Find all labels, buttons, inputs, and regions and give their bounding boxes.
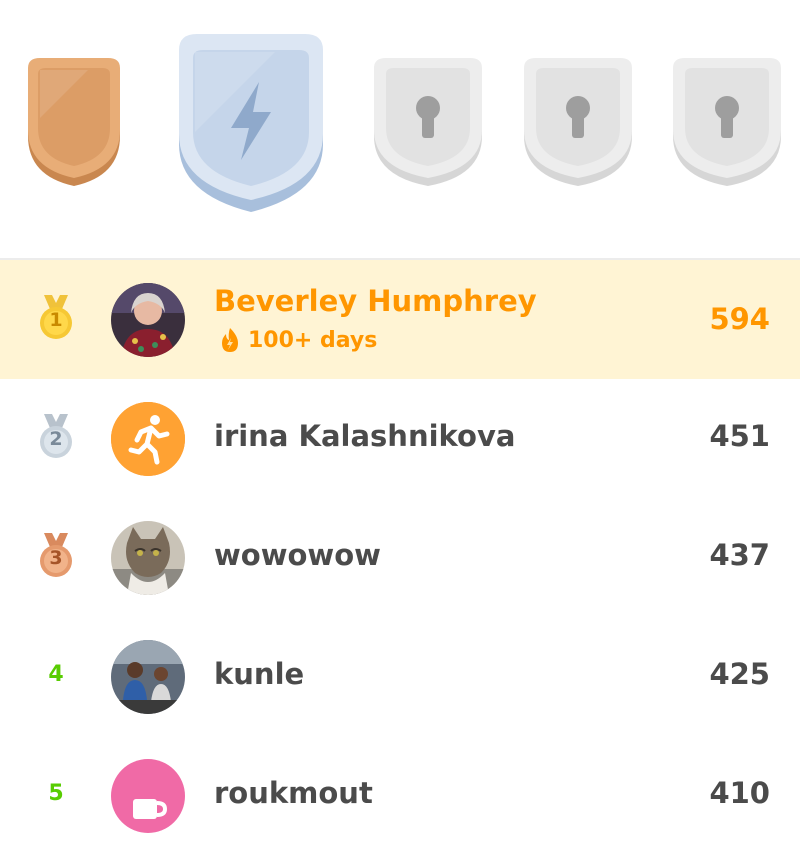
league-badges (0, 0, 800, 258)
xp-value: 425 (709, 657, 770, 691)
rank-cell: 4 (30, 646, 82, 706)
leaderboard-row-2[interactable]: 2 irina Kalashnikova 451 (0, 379, 800, 498)
rank-number: 3 (49, 547, 63, 569)
shield-icon (28, 58, 120, 186)
streak-label: 100+ days (248, 327, 378, 353)
leaderboard-row-1[interactable]: 1 Beverley Humphrey 100+ days 594 (0, 260, 800, 379)
user-name: irina Kalashnikova (214, 419, 516, 453)
leaderboard-row-4[interactable]: 4 kunle 425 (0, 617, 800, 736)
runner-icon (111, 402, 185, 476)
rank-number: 5 (48, 781, 64, 806)
user-name: wowowow (214, 538, 381, 572)
locked-league-badge-3[interactable] (671, 58, 783, 188)
leaderboard-row-5[interactable]: 5 roukmout 410 (0, 736, 800, 855)
keyhole-lock-icon (374, 58, 482, 186)
keyhole-lock-icon (524, 58, 632, 186)
avatar[interactable] (111, 759, 185, 833)
gold-medal-icon: 1 (30, 289, 82, 349)
bronze-medal-icon: 3 (30, 527, 82, 587)
xp-value: 410 (709, 776, 770, 810)
avatar[interactable] (111, 402, 185, 476)
xp-value: 451 (709, 419, 770, 453)
cup-icon (111, 759, 185, 833)
rank-cell: 5 (30, 765, 82, 825)
rank-number: 4 (48, 662, 64, 687)
user-name: Beverley Humphrey (214, 284, 537, 318)
locked-league-badge-2[interactable] (522, 58, 634, 188)
locked-league-badge-1[interactable] (372, 58, 484, 188)
silver-medal-icon: 2 (30, 408, 82, 468)
user-name: roukmout (214, 776, 373, 810)
flame-icon (222, 328, 238, 352)
rank-number: 1 (49, 309, 63, 331)
xp-value: 437 (709, 538, 770, 572)
streak-badge: 100+ days (216, 326, 377, 354)
bronze-league-badge[interactable] (18, 58, 130, 188)
silver-league-badge[interactable] (175, 34, 327, 214)
lightning-bolt-icon (179, 34, 323, 212)
avatar[interactable] (111, 521, 185, 595)
xp-value: 594 (709, 302, 770, 336)
user-name: kunle (214, 657, 305, 691)
rank-number: 2 (49, 428, 63, 450)
avatar[interactable] (111, 640, 185, 714)
keyhole-lock-icon (673, 58, 781, 186)
leaderboard-row-3[interactable]: 3 wowowow 437 (0, 498, 800, 617)
avatar[interactable] (111, 283, 185, 357)
